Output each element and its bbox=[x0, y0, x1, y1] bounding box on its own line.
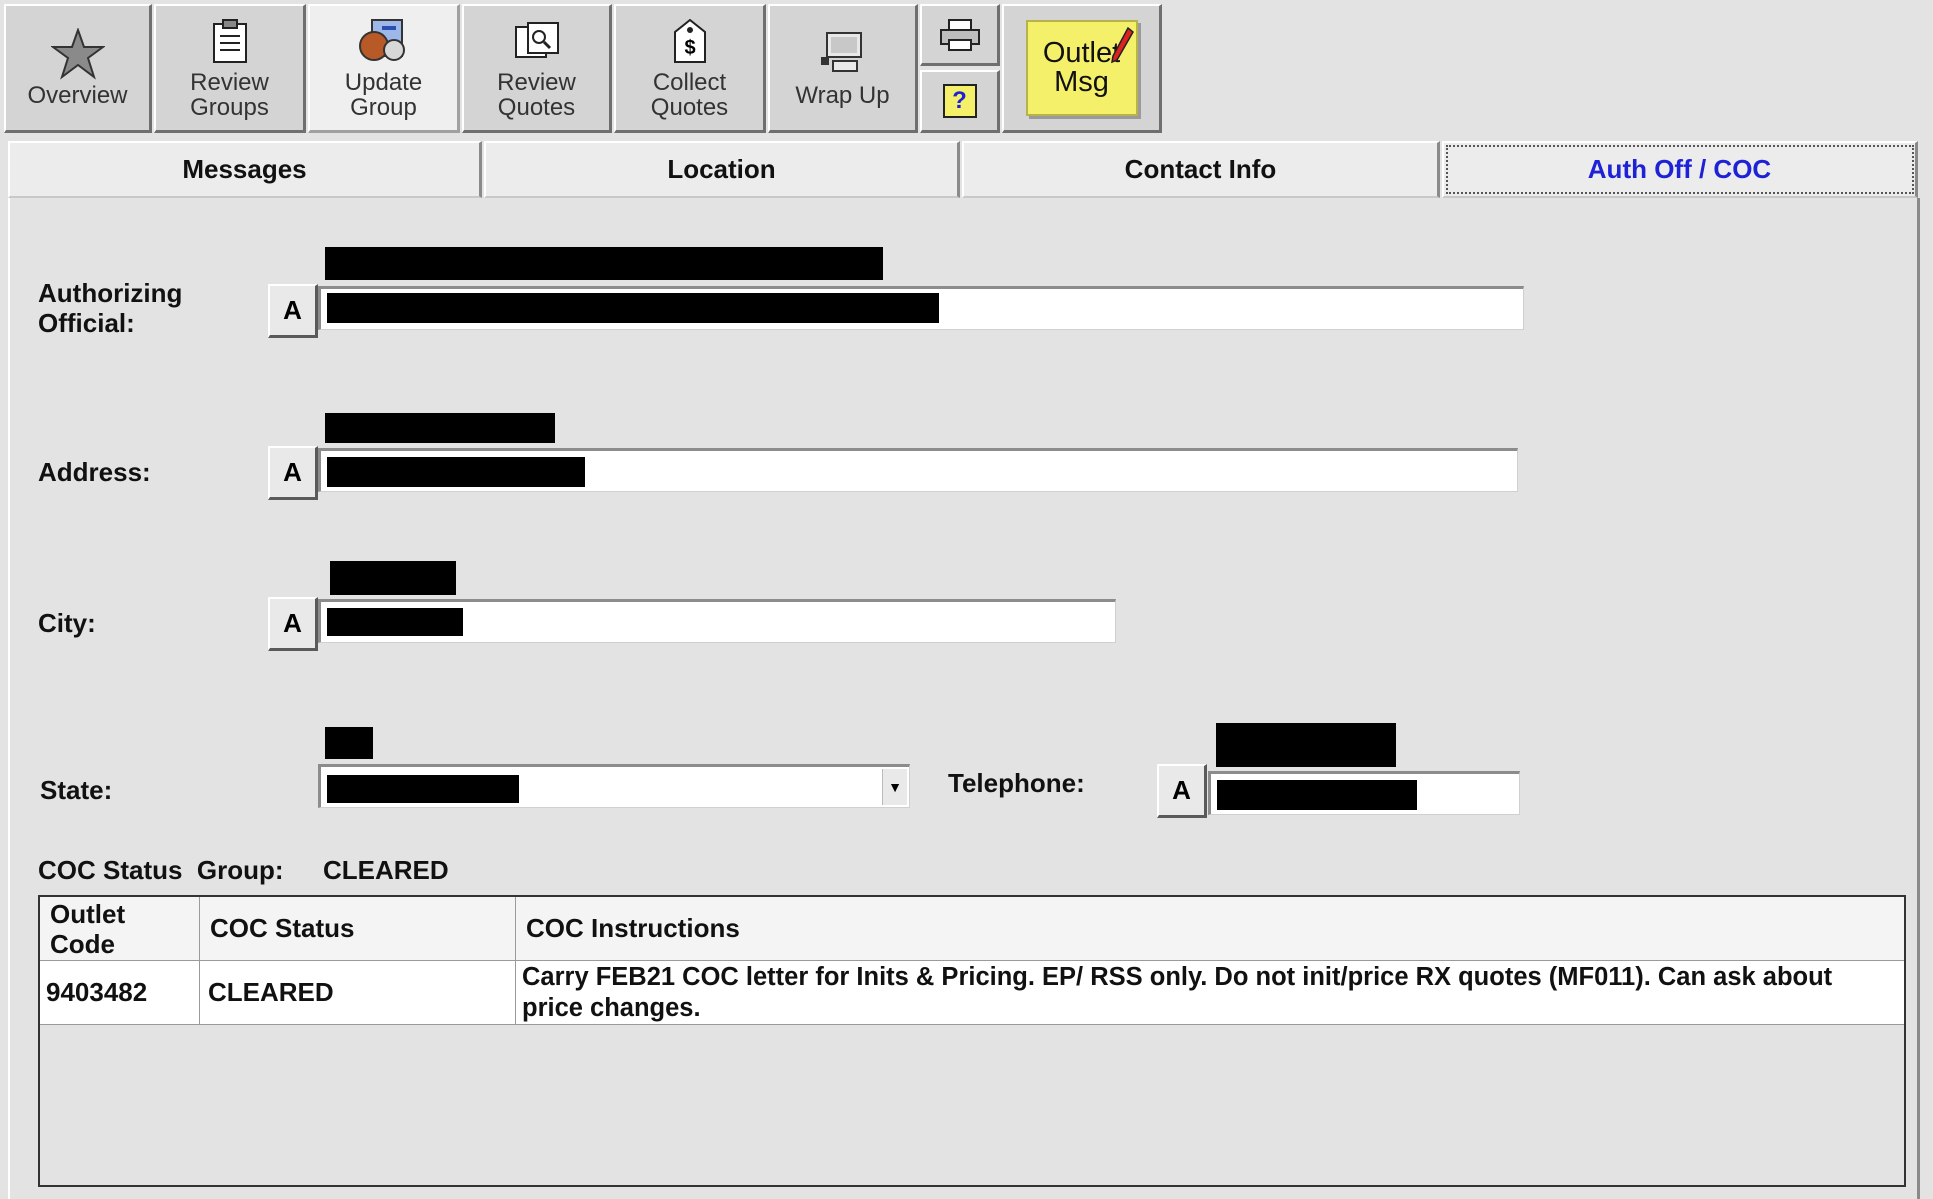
telephone-previous-value bbox=[1216, 723, 1396, 767]
tab-contact-info[interactable]: Contact Info bbox=[962, 141, 1440, 198]
authorizing-official-value bbox=[327, 293, 939, 323]
table-row-outlet-code-cell[interactable]: 9403482 bbox=[40, 961, 200, 1025]
table-row-coc-instructions-cell[interactable]: Carry FEB21 COC letter for Inits & Prici… bbox=[516, 961, 1904, 1025]
city-label: City: bbox=[38, 608, 96, 638]
outlet-msg-note: Outlet Msg bbox=[1025, 20, 1138, 116]
quotes-list-icon bbox=[514, 16, 560, 66]
coc-table: Outlet Code COC Status COC Instructions … bbox=[38, 895, 1906, 1187]
review-quotes-label: Review Quotes bbox=[497, 69, 576, 121]
state-dropdown[interactable]: ▼ bbox=[318, 764, 910, 808]
review-groups-button[interactable]: Review Groups bbox=[154, 4, 306, 133]
authorizing-official-label: Authorizing Official: bbox=[38, 278, 183, 338]
wrap-up-button[interactable]: Wrap Up bbox=[768, 4, 918, 133]
telephone-label: Telephone: bbox=[948, 768, 1085, 798]
overview-label: Overview bbox=[27, 81, 128, 109]
column-header-coc-instructions[interactable]: COC Instructions bbox=[516, 897, 1904, 961]
a-button-label: A bbox=[1172, 775, 1191, 805]
a-button-label: A bbox=[283, 457, 302, 487]
tab-messages[interactable]: Messages bbox=[8, 141, 482, 198]
review-quotes-button[interactable]: Review Quotes bbox=[462, 4, 612, 133]
star-icon bbox=[50, 27, 105, 80]
coc-status-group-value: CLEARED bbox=[323, 855, 449, 885]
outlet-msg-button[interactable]: Outlet Msg bbox=[1002, 4, 1162, 133]
group-update-icon bbox=[356, 16, 412, 66]
column-header-coc-instructions-text: COC Instructions bbox=[526, 913, 740, 943]
city-value bbox=[327, 608, 463, 636]
coc-status-group-label: COC Status Group: bbox=[38, 855, 284, 885]
address-label: Address: bbox=[38, 457, 151, 487]
tab-auth-off-coc-label: Auth Off / COC bbox=[1587, 154, 1772, 184]
address-a-button[interactable]: A bbox=[268, 446, 318, 500]
update-group-label: Update Group bbox=[344, 69, 423, 121]
table-row-coc-status-cell[interactable]: CLEARED bbox=[200, 961, 516, 1025]
address-previous-value bbox=[325, 413, 555, 443]
svg-text:$: $ bbox=[684, 37, 695, 59]
price-tag-icon: $ bbox=[673, 16, 707, 66]
print-button[interactable] bbox=[920, 4, 1000, 66]
outlet-msg-line2: Msg bbox=[1054, 66, 1109, 98]
help-icon: ? bbox=[942, 84, 977, 118]
column-header-coc-status-text: COC Status bbox=[210, 913, 355, 943]
toolbar: Overview Review Groups Update Group Revi… bbox=[0, 0, 1933, 137]
computer-icon bbox=[819, 29, 867, 79]
state-value bbox=[327, 775, 519, 803]
overview-button[interactable]: Overview bbox=[4, 4, 152, 133]
collect-quotes-button[interactable]: $ Collect Quotes bbox=[614, 4, 766, 133]
authorizing-official-a-button[interactable]: A bbox=[268, 284, 318, 338]
tab-contact-info-label: Contact Info bbox=[1124, 154, 1277, 184]
city-previous-value bbox=[330, 561, 456, 595]
city-a-button[interactable]: A bbox=[268, 597, 318, 651]
authorizing-official-previous-value bbox=[325, 247, 883, 280]
outlet-code-value: 9403482 bbox=[46, 977, 148, 1007]
help-button[interactable]: ? bbox=[920, 70, 1000, 133]
collect-quotes-label: Collect Quotes bbox=[650, 69, 729, 121]
telephone-value bbox=[1217, 780, 1417, 810]
coc-status-value: CLEARED bbox=[208, 977, 334, 1007]
a-button-label: A bbox=[283, 295, 302, 325]
update-group-button[interactable]: Update Group bbox=[308, 4, 460, 133]
a-button-label: A bbox=[283, 608, 302, 638]
printer-icon bbox=[939, 18, 980, 51]
wrap-up-label: Wrap Up bbox=[795, 81, 890, 109]
column-header-outlet-code[interactable]: Outlet Code bbox=[40, 897, 200, 961]
coc-instructions-value: Carry FEB21 COC letter for Inits & Prici… bbox=[522, 963, 1833, 1022]
pencil-icon bbox=[1110, 26, 1134, 64]
state-label: State: bbox=[40, 775, 113, 805]
state-previous-value bbox=[325, 727, 373, 759]
clipboard-icon bbox=[210, 16, 250, 66]
tab-auth-off-coc[interactable]: Auth Off / COC bbox=[1442, 141, 1918, 198]
address-field[interactable] bbox=[318, 448, 1518, 492]
column-header-outlet-code-text: Outlet Code bbox=[50, 899, 126, 959]
address-value bbox=[327, 457, 585, 487]
tab-location-label: Location bbox=[667, 154, 776, 184]
tab-location[interactable]: Location bbox=[484, 141, 960, 198]
chevron-down-icon[interactable]: ▼ bbox=[882, 769, 907, 805]
tab-messages-label: Messages bbox=[182, 154, 307, 184]
review-groups-label: Review Groups bbox=[190, 69, 269, 121]
telephone-a-button[interactable]: A bbox=[1157, 764, 1207, 818]
tab-bar: Messages Location Contact Info Auth Off … bbox=[8, 141, 1918, 198]
city-field[interactable] bbox=[318, 599, 1116, 643]
telephone-field[interactable] bbox=[1208, 771, 1520, 815]
column-header-coc-status[interactable]: COC Status bbox=[200, 897, 516, 961]
authorizing-official-field[interactable] bbox=[318, 286, 1524, 330]
